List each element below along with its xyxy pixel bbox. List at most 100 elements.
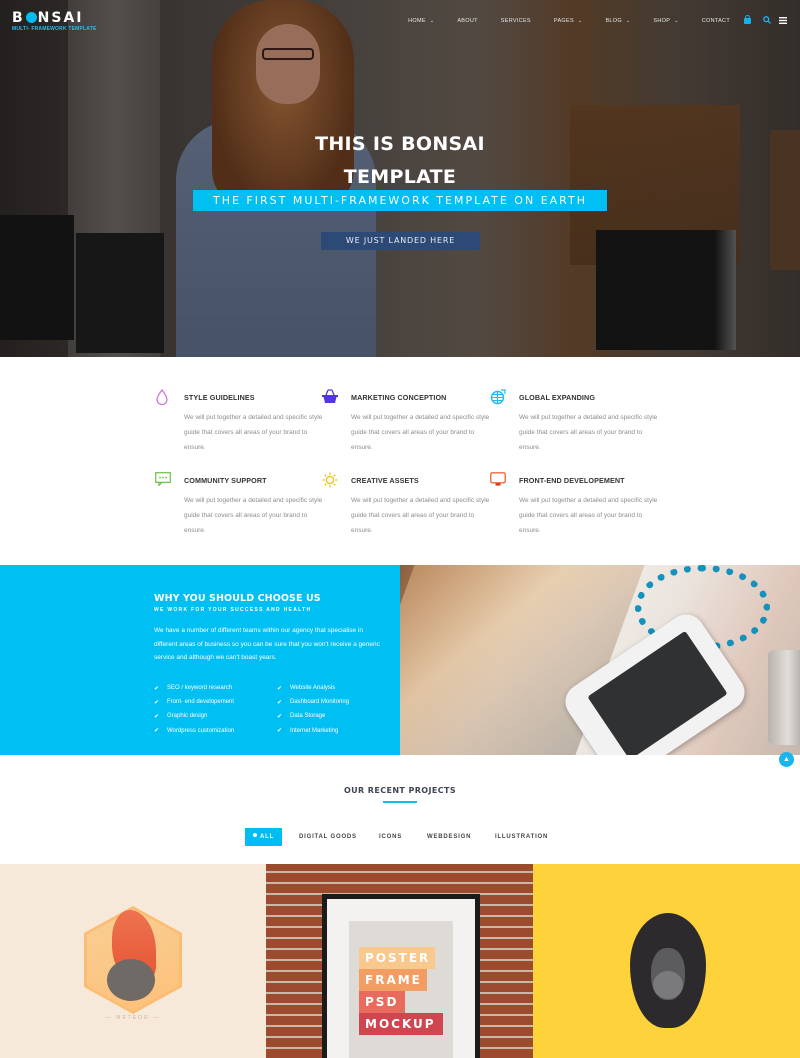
cart-icon[interactable] bbox=[744, 15, 751, 24]
hero-title: TEMPLATE bbox=[343, 166, 457, 188]
poster-line: PSD bbox=[359, 991, 405, 1013]
nav-item-home[interactable]: HOME ⌄ bbox=[408, 18, 434, 24]
title-underline bbox=[383, 801, 417, 803]
chevron-down-icon: ⌄ bbox=[577, 18, 583, 24]
menu-icon[interactable] bbox=[779, 16, 787, 26]
feature-title: CREATIVE ASSETS bbox=[351, 476, 419, 485]
basket-icon bbox=[322, 389, 338, 405]
check-icon: ✔ bbox=[277, 713, 283, 720]
nav-item-shop[interactable]: SHOP ⌄ bbox=[653, 18, 678, 24]
why-subtitle: WE WORK FOR YOUR SUCCESS AND HEALTH bbox=[154, 607, 312, 613]
list-item: ✔ Data Storage bbox=[277, 709, 349, 723]
projects-title: OUR RECENT PROJECTS bbox=[343, 786, 457, 795]
project-tile-meteor[interactable]: — METEOR — bbox=[0, 864, 266, 1058]
feature-text: We will put together a detailed and spec… bbox=[184, 414, 323, 451]
check-icon: ✔ bbox=[277, 685, 283, 692]
check-icon: ✔ bbox=[154, 685, 160, 692]
filter-label: ILLUSTRATION bbox=[495, 834, 549, 840]
filter-icons[interactable]: ICONS bbox=[379, 828, 402, 846]
feature-title: GLOBAL EXPANDING bbox=[519, 393, 596, 402]
feature-text: We will put together a detailed and spec… bbox=[351, 497, 490, 534]
list-item: ✔ Dashboard Monitoring bbox=[277, 695, 349, 709]
why-list-left: ✔ SEO / keyword research ✔ Front- end deve… bbox=[154, 681, 234, 738]
sun-icon bbox=[322, 472, 338, 488]
nav-item-services[interactable]: SERVICES bbox=[501, 18, 531, 24]
poster-line: FRAME bbox=[359, 969, 427, 991]
check-icon: ✔ bbox=[154, 728, 160, 735]
check-icon: ✔ bbox=[154, 699, 160, 706]
why-text: We have a number of different teams with… bbox=[154, 627, 380, 662]
filter-illustration[interactable]: ILLUSTRATION bbox=[495, 828, 548, 846]
project-filters: ALL DIGITAL GOODS ICONS WEBDESIGN ILLUST… bbox=[0, 828, 800, 846]
logo[interactable]: B NSAI bbox=[12, 10, 84, 26]
chat-icon bbox=[155, 472, 171, 488]
feature-text: We will put together a detailed and spec… bbox=[184, 497, 323, 534]
monitor-icon bbox=[490, 472, 506, 488]
why-title: WHY YOU SHOULD CHOOSE US bbox=[154, 593, 321, 604]
filter-label: ICONS bbox=[379, 834, 403, 840]
list-item-label: Data Storage bbox=[290, 713, 326, 720]
logo-o-icon bbox=[25, 12, 37, 23]
filter-digital-goods[interactable]: DIGITAL GOODS bbox=[299, 828, 357, 846]
features-section: STYLE GUIDELINES We will put together a … bbox=[0, 357, 800, 565]
filter-label: ALL bbox=[260, 834, 275, 840]
nav-label: CONTACT bbox=[701, 18, 730, 24]
list-item-label: Wordpress customization bbox=[167, 727, 235, 734]
list-item: ✔ Graphic design bbox=[154, 709, 234, 723]
check-icon: ✔ bbox=[154, 713, 160, 720]
nav-item-blog[interactable]: BLOG ⌄ bbox=[605, 18, 630, 24]
filter-all[interactable]: ALL bbox=[245, 828, 283, 846]
list-item-label: Dashboard Monitoring bbox=[290, 699, 350, 706]
feature-text: We will put together a detailed and spec… bbox=[519, 497, 658, 534]
filter-label: DIGITAL GOODS bbox=[299, 834, 357, 840]
poster-mat: POSTER FRAME PSD MOCKUP bbox=[327, 899, 475, 1058]
watch-shape bbox=[768, 650, 800, 745]
nav-label: SHOP bbox=[653, 18, 671, 24]
hero-subtitle: THE FIRST MULTI-FRAMEWORK TEMPLATE ON EA… bbox=[193, 190, 607, 211]
logo-text: NSAI bbox=[37, 10, 84, 26]
nav-label: HOME bbox=[408, 18, 426, 24]
feature-title: FRONT-END DEVELOPEMENT bbox=[519, 476, 625, 485]
project-tile-poster-frame[interactable]: POSTER FRAME PSD MOCKUP bbox=[266, 864, 533, 1058]
meteor-rock bbox=[107, 959, 155, 1001]
feature-text: We will put together a detailed and spec… bbox=[519, 414, 658, 451]
project-tile-gorilla[interactable] bbox=[533, 864, 800, 1058]
nav-label: ABOUT bbox=[457, 18, 478, 24]
arrow-up-icon: ▲ bbox=[783, 756, 790, 763]
filter-label: WEBDESIGN bbox=[427, 834, 472, 840]
top-nav: B NSAI MULTI- FRAMEWORK TEMPLATE HOME ⌄ AB… bbox=[0, 0, 800, 40]
list-item: ✔ Website Analysis bbox=[277, 681, 349, 695]
poster: POSTER FRAME PSD MOCKUP bbox=[349, 921, 453, 1058]
feature-text: We will put together a detailed and spec… bbox=[351, 414, 490, 451]
feature-title: COMMUNITY SUPPORT bbox=[184, 476, 267, 485]
list-item: ✔ Internet Marketing bbox=[277, 724, 349, 738]
list-item-label: Internet Marketing bbox=[290, 727, 339, 734]
gorilla-mouth bbox=[653, 971, 683, 999]
caption-text: METEOR bbox=[116, 1015, 150, 1021]
poster-frame: POSTER FRAME PSD MOCKUP bbox=[322, 894, 480, 1058]
poster-line: MOCKUP bbox=[359, 1013, 443, 1035]
hero-cta-button[interactable]: WE JUST LANDED HERE bbox=[321, 232, 480, 250]
list-item: ✔ SEO / keyword research bbox=[154, 681, 234, 695]
nav-item-pages[interactable]: PAGES ⌄ bbox=[554, 18, 583, 24]
logo-text: B bbox=[12, 10, 25, 26]
scroll-to-top-button[interactable]: ▲ bbox=[779, 752, 794, 767]
poster-line: POSTER bbox=[359, 947, 435, 969]
nav-item-contact[interactable]: CONTACT bbox=[702, 18, 730, 24]
why-list-right: ✔ Website Analysis ✔ Dashboard Monitoring … bbox=[277, 681, 349, 738]
nav-label: PAGES bbox=[553, 18, 574, 24]
main-menu: HOME ⌄ ABOUT SERVICES PAGES ⌄ BLOG ⌄ SHOP ⌄ … bbox=[385, 15, 787, 26]
search-icon[interactable] bbox=[763, 16, 771, 26]
list-item: ✔ Front- end developement bbox=[154, 695, 234, 709]
logo-tagline: MULTI- FRAMEWORK TEMPLATE bbox=[12, 26, 97, 32]
nav-item-about[interactable]: ABOUT bbox=[457, 18, 477, 24]
feature-title: STYLE GUIDELINES bbox=[184, 393, 255, 402]
list-item-label: Front- end developement bbox=[167, 699, 235, 706]
chevron-down-icon: ⌄ bbox=[429, 18, 435, 24]
filter-webdesign[interactable]: WEBDESIGN bbox=[427, 828, 471, 846]
nav-label: SERVICES bbox=[500, 18, 531, 24]
meteor-caption: — METEOR — bbox=[105, 1015, 161, 1021]
hero-title: THIS IS BONSAI bbox=[315, 133, 485, 155]
drop-icon bbox=[155, 389, 171, 406]
list-item-label: Graphic design bbox=[167, 713, 208, 720]
